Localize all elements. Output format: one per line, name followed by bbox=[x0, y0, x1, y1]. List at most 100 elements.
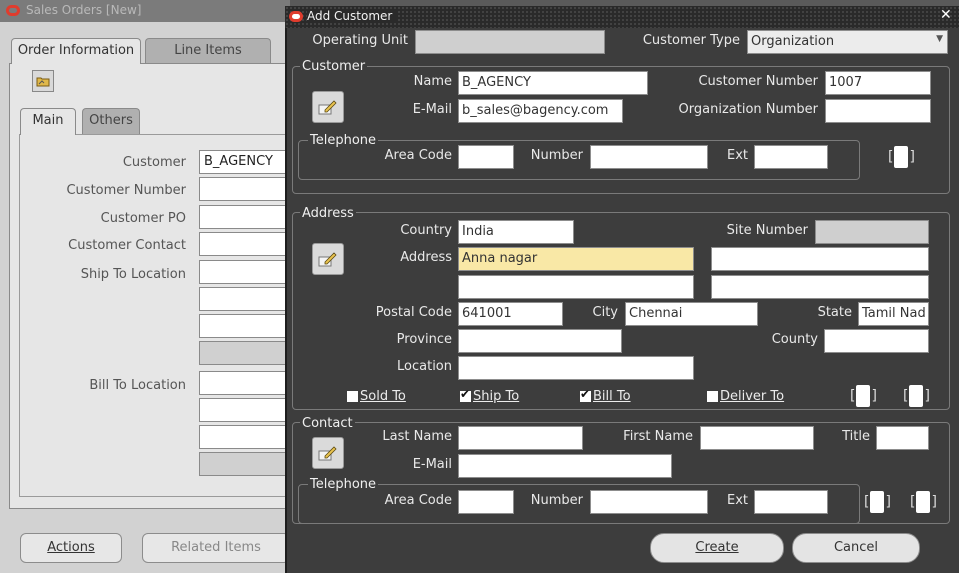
customer-descriptive-flexfield[interactable]: [] bbox=[888, 144, 915, 170]
sales-orders-title: Sales Orders [New] bbox=[26, 3, 142, 17]
ship-to-checkbox[interactable]: Ship To bbox=[460, 387, 519, 404]
contact-ext-field[interactable] bbox=[754, 490, 828, 514]
ship-to-address-line[interactable] bbox=[199, 287, 290, 311]
bill-to-address-line[interactable] bbox=[199, 425, 290, 449]
address-line-3-field[interactable] bbox=[458, 275, 694, 299]
bill-to-address-line[interactable] bbox=[199, 398, 290, 422]
organization-number-field[interactable] bbox=[825, 99, 931, 123]
site-number-label: Site Number bbox=[726, 223, 808, 238]
folder-icon[interactable] bbox=[32, 70, 54, 92]
customer-area-code-label: Area Code bbox=[384, 148, 452, 163]
bill-to-location-label: Bill To Location bbox=[89, 378, 186, 393]
ship-to-checkbox-box[interactable] bbox=[460, 387, 471, 402]
address-flexfield-2[interactable]: [] bbox=[903, 383, 930, 409]
address-line-2-field[interactable] bbox=[711, 247, 929, 271]
tab-others[interactable]: Others bbox=[82, 108, 140, 135]
contact-area-code-label: Area Code bbox=[384, 493, 452, 508]
dropdown-arrow-icon: ▼ bbox=[936, 34, 943, 44]
cancel-button[interactable]: Cancel bbox=[792, 533, 920, 563]
province-field[interactable] bbox=[458, 329, 622, 353]
state-field[interactable]: Tamil Nad bbox=[858, 302, 929, 326]
county-label: County bbox=[771, 332, 818, 347]
customer-contact-label: Customer Contact bbox=[68, 238, 186, 253]
contact-area-code-field[interactable] bbox=[458, 490, 514, 514]
state-label: State bbox=[817, 305, 852, 320]
ship-to-location-label: Ship To Location bbox=[80, 267, 186, 282]
postal-code-field[interactable]: 641001 bbox=[458, 302, 563, 326]
contact-title-label: Title bbox=[842, 429, 870, 444]
oracle-logo-icon bbox=[289, 11, 303, 22]
customer-name-label: Name bbox=[413, 74, 452, 89]
customer-number-field[interactable]: 1007 bbox=[825, 71, 931, 95]
bill-to-location-field[interactable] bbox=[199, 371, 290, 395]
customer-ext-field[interactable] bbox=[754, 145, 828, 169]
ship-to-location-field[interactable] bbox=[199, 260, 290, 284]
sold-to-checkbox[interactable]: Sold To bbox=[347, 389, 406, 404]
customer-group-title: Customer bbox=[300, 59, 368, 74]
contact-phone-number-field[interactable] bbox=[590, 490, 708, 514]
last-name-field[interactable] bbox=[458, 426, 583, 450]
tab-order-information[interactable]: Order Information bbox=[11, 38, 141, 64]
country-label: Country bbox=[400, 223, 452, 238]
location-label: Location bbox=[397, 359, 452, 374]
contact-group-title: Contact bbox=[300, 416, 355, 431]
edit-customer-button[interactable] bbox=[312, 91, 344, 123]
first-name-field[interactable] bbox=[700, 426, 814, 450]
customer-po-field[interactable] bbox=[199, 205, 290, 229]
contact-flexfield-1[interactable]: [] bbox=[864, 489, 891, 515]
edit-pencil-icon bbox=[318, 252, 337, 267]
customer-type-select[interactable]: Organization ▼ bbox=[747, 30, 948, 54]
contact-ext-label: Ext bbox=[726, 493, 748, 508]
contact-title-field[interactable] bbox=[876, 426, 929, 450]
province-label: Province bbox=[396, 332, 452, 347]
customer-telephone-title: Telephone bbox=[308, 133, 379, 148]
customer-contact-field[interactable] bbox=[199, 232, 290, 256]
last-name-label: Last Name bbox=[382, 429, 452, 444]
contact-flexfield-2[interactable]: [] bbox=[910, 489, 937, 515]
contact-number-label: Number bbox=[530, 493, 583, 508]
bill-to-checkbox[interactable]: Bill To bbox=[580, 387, 631, 404]
ship-to-address-line[interactable] bbox=[199, 314, 290, 338]
customer-name-field[interactable]: B_AGENCY bbox=[458, 71, 648, 95]
edit-pencil-icon bbox=[318, 100, 337, 115]
deliver-to-checkbox-box[interactable] bbox=[707, 391, 718, 402]
location-field[interactable] bbox=[458, 356, 694, 380]
edit-address-button[interactable] bbox=[312, 243, 344, 275]
city-field[interactable]: Chennai bbox=[625, 302, 758, 326]
country-field[interactable]: India bbox=[458, 220, 574, 244]
customer-phone-number-field[interactable] bbox=[590, 145, 708, 169]
customer-number-field[interactable] bbox=[199, 177, 290, 201]
actions-button[interactable]: Actions bbox=[20, 533, 122, 563]
address-label: Address bbox=[400, 250, 452, 265]
oracle-logo-icon bbox=[6, 5, 20, 16]
address-line-4-field[interactable] bbox=[711, 275, 929, 299]
related-items-button[interactable]: Related Items bbox=[142, 533, 290, 563]
address-flexfield-1[interactable]: [] bbox=[850, 383, 877, 409]
tab-line-items[interactable]: Line Items bbox=[145, 38, 271, 64]
edit-contact-button[interactable] bbox=[312, 437, 344, 469]
customer-number-label: Customer Number bbox=[66, 183, 186, 198]
create-button[interactable]: Create bbox=[650, 533, 784, 563]
customer-email-field[interactable]: b_sales@bagency.com bbox=[458, 99, 623, 123]
organization-number-label: Organization Number bbox=[678, 102, 818, 117]
bill-to-checkbox-box[interactable] bbox=[580, 387, 591, 402]
tab-main[interactable]: Main bbox=[20, 108, 76, 135]
contact-email-field[interactable] bbox=[458, 454, 672, 478]
customer-email-label: E-Mail bbox=[412, 102, 452, 117]
address-line-1-field[interactable]: Anna nagar bbox=[458, 247, 694, 271]
customer-ext-label: Ext bbox=[726, 148, 748, 163]
customer-field[interactable]: B_AGENCY bbox=[199, 150, 290, 174]
postal-code-label: Postal Code bbox=[375, 305, 452, 320]
customer-area-code-field[interactable] bbox=[458, 145, 514, 169]
deliver-to-checkbox[interactable]: Deliver To bbox=[707, 389, 784, 404]
sold-to-checkbox-box[interactable] bbox=[347, 391, 358, 402]
operating-unit-field[interactable] bbox=[415, 30, 605, 54]
close-icon[interactable]: ✕ bbox=[940, 7, 952, 23]
bill-to-address-line bbox=[199, 452, 290, 476]
site-number-field bbox=[815, 220, 929, 244]
county-field[interactable] bbox=[824, 329, 929, 353]
customer-type-label: Customer Type bbox=[642, 33, 740, 48]
first-name-label: First Name bbox=[623, 429, 693, 444]
city-label: City bbox=[592, 305, 618, 320]
operating-unit-label: Operating Unit bbox=[312, 33, 408, 48]
